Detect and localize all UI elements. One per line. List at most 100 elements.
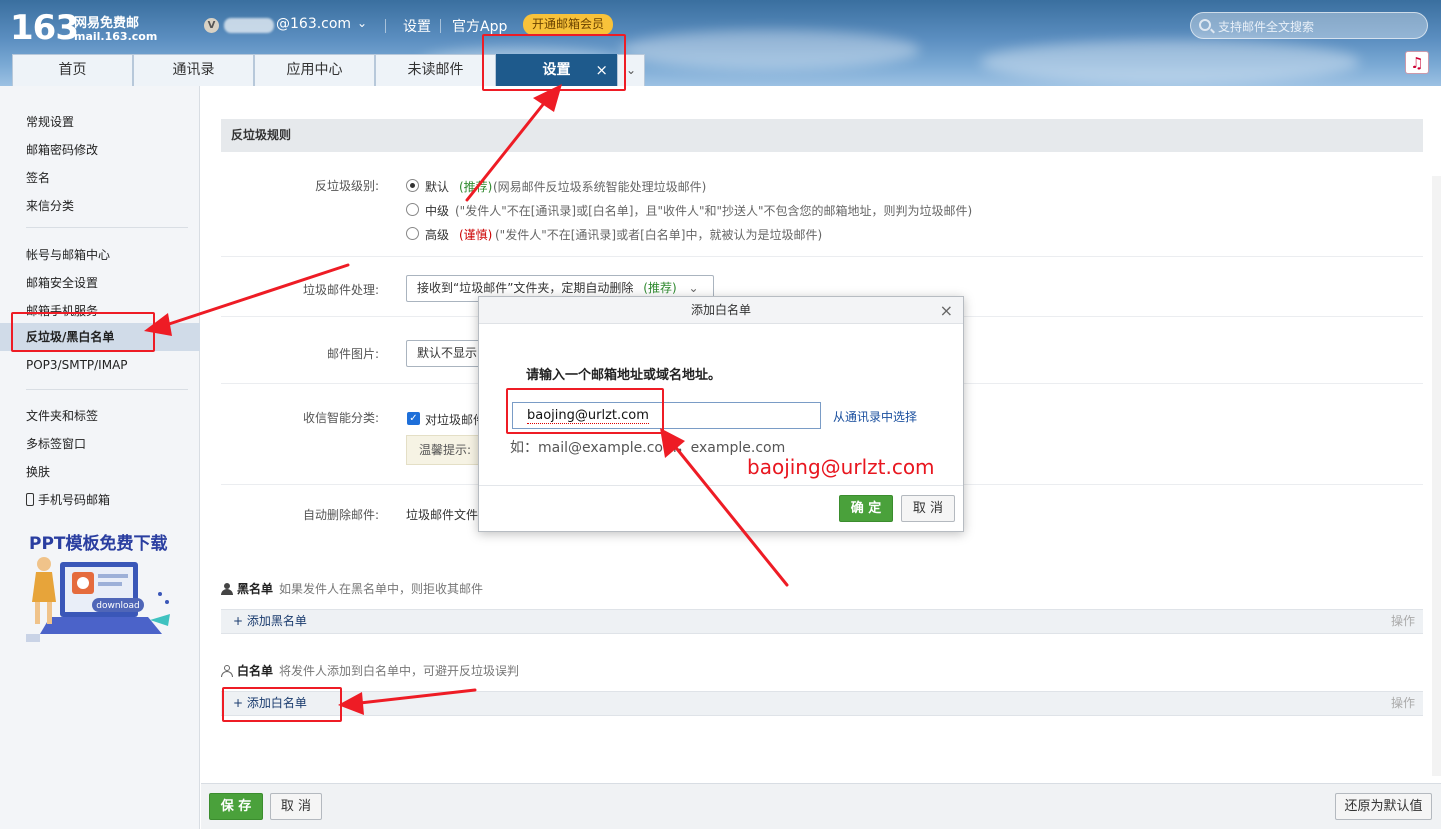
section-title: 反垃圾规则 — [221, 119, 1423, 152]
annotation-box-antispam — [11, 312, 155, 352]
dialog-footer: 确 定 取 消 — [479, 485, 963, 531]
level-medium-name[interactable]: 中级 — [425, 202, 449, 219]
sidebar-divider — [26, 389, 188, 390]
level-default-desc: (网易邮件反垃圾系统智能处理垃圾邮件) — [493, 180, 707, 194]
sidebar-item-security[interactable]: 邮箱安全设置 — [26, 274, 98, 291]
tab-contacts[interactable]: 通讯录 — [133, 54, 254, 86]
smart-sort-label: 收信智能分类: — [302, 411, 379, 425]
sidebar-item-phone-mail-label: 手机号码邮箱 — [38, 493, 111, 507]
user-icon — [221, 583, 233, 595]
user-outline-icon — [221, 665, 233, 677]
whitelist-op-label: 操作 — [1390, 696, 1415, 710]
tab-app-center[interactable]: 应用中心 — [254, 54, 375, 86]
sidebar-item-pop3[interactable]: POP3/SMTP/IMAP — [26, 358, 128, 372]
radio-level-default[interactable] — [406, 179, 419, 192]
logo-name[interactable]: 网易免费邮 — [74, 12, 139, 31]
sidebar-item-multitab[interactable]: 多标签窗口 — [26, 435, 86, 452]
add-blacklist-button[interactable]: + 添加黑名单 — [233, 610, 307, 633]
sidebar-item-folders[interactable]: 文件夹和标签 — [26, 407, 98, 424]
header-cloud — [980, 40, 1360, 84]
sidebar-item-general[interactable]: 常规设置 — [26, 113, 74, 130]
official-app-link[interactable]: 官方App — [452, 16, 507, 36]
blacklist-title: 黑名单 如果发件人在黑名单中，则拒收其邮件 — [221, 580, 483, 597]
level-high-name[interactable]: 高级 — [425, 226, 449, 243]
level-high-tag: (谨慎) — [459, 228, 493, 242]
junk-handling-label: 垃圾邮件处理: — [302, 283, 379, 297]
user-badge-icon: V — [204, 18, 219, 33]
dialog-example: 如：mail@example.com，example.com — [510, 440, 786, 456]
vertical-scrollbar[interactable] — [1432, 176, 1441, 776]
annotation-text: baojing@urlzt.com — [747, 455, 935, 479]
top-header: 163 网易免费邮 mail.163.com V @163.com ⌄ 设置 官… — [0, 0, 1441, 86]
whitelist-desc: 将发件人添加到白名单中，可避开反垃圾误判 — [279, 664, 520, 678]
cancel-button[interactable]: 取 消 — [270, 793, 322, 820]
auto-delete-label: 自动删除邮件: — [302, 508, 379, 522]
chevron-down-icon: ⌄ — [688, 281, 699, 295]
whitelist-title: 白名单 将发件人添加到白名单中，可避开反垃圾误判 — [221, 662, 519, 679]
tab-home[interactable]: 首页 — [12, 54, 133, 86]
blacklist-desc: 如果发件人在黑名单中，则拒收其邮件 — [279, 582, 484, 596]
settings-link[interactable]: 设置 — [403, 16, 431, 36]
sidebar-item-account-center[interactable]: 帐号与邮箱中心 — [26, 246, 110, 263]
header-divider — [440, 19, 441, 33]
ad-illustration[interactable]: download — [22, 554, 177, 646]
search-box[interactable]: 支持邮件全文搜索 — [1190, 12, 1428, 39]
warm-tip-label: 温馨提示: — [419, 443, 472, 457]
ad-title[interactable]: PPT模板免费下载 — [29, 529, 168, 554]
radio-level-medium[interactable] — [406, 203, 419, 216]
level-default-name[interactable]: 默认 — [425, 178, 449, 195]
user-name-redacted — [224, 18, 274, 33]
header-cloud — [620, 30, 920, 70]
level-medium-desc: ("发件人"不在[通讯录]或[白名单]，且"收件人"和"抄送人"不包含您的邮箱地… — [455, 204, 973, 218]
ad-download-text: download — [96, 601, 140, 611]
music-icon[interactable]: ♫ — [1405, 51, 1429, 74]
search-icon — [1199, 19, 1211, 31]
smart-sort-option[interactable]: 对垃圾邮件 — [425, 411, 485, 428]
level-default-tag: (推荐) — [459, 180, 493, 194]
annotation-box-input — [506, 388, 664, 434]
dialog-header: 添加白名单 × — [479, 297, 963, 324]
blacklist-op-label: 操作 — [1390, 614, 1415, 628]
logo-url[interactable]: mail.163.com — [74, 30, 157, 43]
save-button[interactable]: 保 存 — [209, 793, 263, 820]
junk-handling-value: 接收到“垃圾邮件”文件夹，定期自动删除 — [417, 281, 634, 295]
sidebar-item-password[interactable]: 邮箱密码修改 — [26, 141, 98, 158]
choose-from-contacts-link[interactable]: 从通讯录中选择 — [833, 408, 917, 425]
spam-level-label: 反垃圾级别: — [314, 179, 379, 193]
sidebar-item-phone-mail[interactable]: 手机号码邮箱 — [26, 491, 110, 508]
vip-button[interactable]: 开通邮箱会员 — [523, 14, 614, 35]
annotation-box-add-whitelist — [222, 687, 342, 722]
sidebar-item-signature[interactable]: 签名 — [26, 169, 50, 186]
images-label: 邮件图片: — [326, 347, 379, 361]
radio-level-high[interactable] — [406, 227, 419, 240]
search-input[interactable]: 支持邮件全文搜索 — [1218, 18, 1314, 35]
close-icon[interactable]: × — [940, 297, 953, 324]
whitelist-bar: + 添加白名单 操作 — [221, 691, 1423, 716]
restore-defaults-button[interactable]: 还原为默认值 — [1335, 793, 1432, 820]
sidebar-item-skin[interactable]: 换肤 — [26, 463, 50, 480]
dialog-title: 添加白名单 — [690, 303, 751, 317]
sidebar-item-filters[interactable]: 来信分类 — [26, 197, 74, 214]
sidebar-divider — [26, 227, 188, 228]
annotation-box-settings-tab — [482, 34, 626, 91]
auto-delete-value: 垃圾邮件文件 — [406, 508, 479, 522]
user-email[interactable]: @163.com — [276, 16, 351, 32]
smart-sort-checkbox[interactable]: ✓ — [407, 412, 420, 425]
junk-handling-tag: (推荐) — [643, 281, 677, 295]
dialog-prompt: 请输入一个邮箱地址或域名地址。 — [526, 368, 722, 383]
dialog-ok-button[interactable]: 确 定 — [839, 495, 893, 522]
bottom-action-bar: 保 存 取 消 还原为默认值 — [201, 783, 1441, 829]
dialog-cancel-button[interactable]: 取 消 — [901, 495, 955, 522]
header-divider — [385, 19, 386, 33]
logo-number[interactable]: 163 — [10, 8, 79, 48]
whitelist-title-text: 白名单 — [237, 664, 274, 678]
images-value: 默认不显示 — [417, 346, 478, 360]
level-high-desc: ("发件人"不在[通讯录]或者[白名单]中，就被认为是垃圾邮件) — [495, 228, 823, 242]
blacklist-bar: + 添加黑名单 操作 — [221, 609, 1423, 634]
settings-sidebar: 常规设置 邮箱密码修改 签名 来信分类 帐号与邮箱中心 邮箱安全设置 邮箱手机服… — [0, 86, 200, 829]
phone-icon — [26, 493, 34, 506]
blacklist-title-text: 黑名单 — [237, 582, 274, 596]
chevron-down-icon[interactable]: ⌄ — [357, 16, 367, 30]
tab-unread[interactable]: 未读邮件 — [375, 54, 496, 86]
row-divider — [221, 256, 1423, 257]
